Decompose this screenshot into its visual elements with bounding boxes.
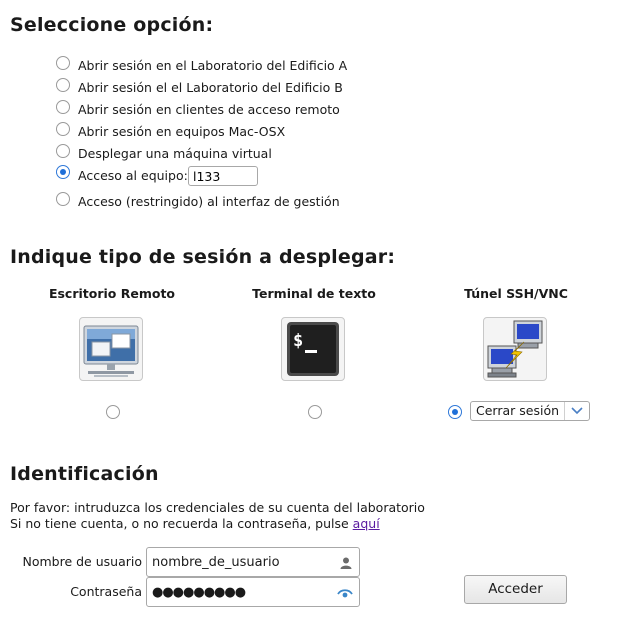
close-session-select[interactable]: Cerrar sesión: [470, 401, 590, 421]
option-section-title: Seleccione opción:: [10, 14, 214, 36]
option-label-acceso-remoto: Abrir sesión en clientes de acceso remot…: [78, 102, 340, 117]
chevron-down-icon: [564, 402, 589, 420]
identification-title: Identificación: [10, 463, 159, 485]
option-label-mac-osx: Abrir sesión en equipos Mac-OSX: [78, 124, 286, 139]
password-field[interactable]: ●●●●●●●●●: [146, 577, 360, 607]
equipo-input[interactable]: [188, 166, 258, 186]
help-link[interactable]: aquí: [353, 516, 380, 531]
password-value: ●●●●●●●●●: [152, 585, 246, 600]
remote-desktop-icon[interactable]: [79, 317, 143, 381]
radio-ssh-tunnel[interactable]: [448, 405, 462, 419]
username-label: Nombre de usuario: [22, 554, 142, 569]
option-label-edificio-a: Abrir sesión en el Laboratorio del Edifi…: [78, 58, 348, 73]
option-label-maquina-virtual: Desplegar una máquina virtual: [78, 146, 272, 161]
session-type-title-ssh: Túnel SSH/VNC: [464, 286, 568, 301]
password-label: Contraseña: [70, 584, 142, 599]
radio-edificio-a[interactable]: [56, 56, 70, 70]
radio-mac-osx[interactable]: [56, 122, 70, 136]
username-value: nombre_de_usuario: [152, 555, 280, 570]
session-type-title-remote: Escritorio Remoto: [48, 286, 176, 301]
option-label-edificio-b: Abrir sesión el el Laboratorio del Edifi…: [78, 80, 343, 95]
radio-acceso-equipo[interactable]: [56, 165, 70, 179]
radio-edificio-b[interactable]: [56, 78, 70, 92]
session-type-title-terminal: Terminal de texto: [252, 286, 376, 301]
ssh-tunnel-icon[interactable]: [483, 317, 547, 381]
option-label-acceso-equipo: Acceso al equipo:: [78, 168, 188, 183]
terminal-icon[interactable]: $: [281, 317, 345, 381]
radio-interfaz-gestion[interactable]: [56, 192, 70, 206]
close-session-select-value: Cerrar sesión: [476, 403, 560, 418]
acceder-button[interactable]: Acceder: [464, 575, 567, 604]
no-account-prefix: Si no tiene cuenta, o no recuerda la con…: [10, 516, 353, 531]
radio-maquina-virtual[interactable]: [56, 144, 70, 158]
no-account-text: Si no tiene cuenta, o no recuerda la con…: [10, 516, 380, 531]
session-section-title: Indique tipo de sesión a desplegar:: [10, 246, 396, 268]
radio-terminal[interactable]: [308, 405, 322, 419]
radio-remote-desktop[interactable]: [106, 405, 120, 419]
username-field[interactable]: nombre_de_usuario: [146, 547, 360, 577]
radio-acceso-remoto[interactable]: [56, 100, 70, 114]
option-label-interfaz-gestion: Acceso (restringido) al interfaz de gest…: [78, 194, 340, 209]
svg-text:$: $: [293, 331, 303, 351]
user-icon: [339, 555, 353, 574]
eye-icon[interactable]: [337, 585, 353, 604]
credentials-instructions: Por favor: intruduzca los credenciales d…: [10, 500, 425, 515]
